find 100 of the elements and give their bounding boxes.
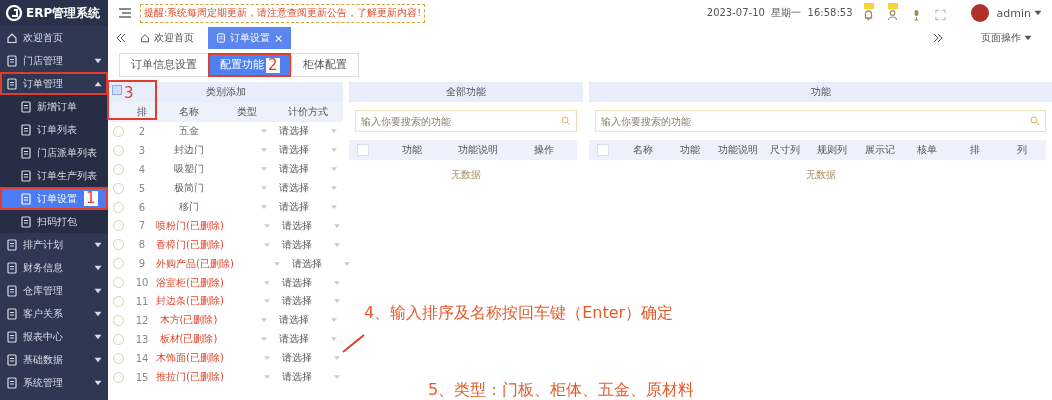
document-icon xyxy=(20,192,32,205)
sidebar-item[interactable]: 订单生产列表 xyxy=(0,164,108,187)
document-icon xyxy=(6,330,18,343)
sidebar-item[interactable]: 新增订单 xyxy=(0,95,108,118)
search-field[interactable]: 输入你要搜索的功能 xyxy=(355,110,577,132)
pricing-select[interactable]: 请选择 xyxy=(273,161,343,177)
caret-icon xyxy=(261,337,267,342)
callout-number: 2 xyxy=(266,57,280,73)
caret-icon xyxy=(331,129,337,134)
avatar[interactable] xyxy=(970,4,989,22)
sort-cell-text: 12 xyxy=(134,314,150,326)
sort-cell-text: 3 xyxy=(137,144,147,156)
pricing-select[interactable]: 请选择 xyxy=(273,123,343,139)
caret-icon xyxy=(331,186,337,191)
sidebar-item[interactable]: 订单设置 1 xyxy=(0,187,108,210)
sidebar-item[interactable]: 财务信息 xyxy=(0,256,108,279)
name-cell-text: 移门 xyxy=(177,200,200,214)
caret-icon xyxy=(331,205,337,209)
document-icon xyxy=(6,238,18,251)
empty-text: 无数据 xyxy=(450,168,482,182)
caret-icon xyxy=(261,129,267,134)
caret-icon xyxy=(333,280,340,285)
sidebar-item[interactable]: 基础数据 xyxy=(0,348,108,371)
caret-icon xyxy=(263,375,270,379)
name-cell-text: 木方(已删除) xyxy=(158,313,219,328)
pricing-select[interactable]: 请选择 xyxy=(273,331,343,347)
pricing-select[interactable]: 请选择 xyxy=(275,237,346,253)
search-field[interactable]: 输入你要搜索的功能 xyxy=(595,110,1046,132)
home-icon xyxy=(140,33,150,43)
name-cell: 推拉门(已删除) xyxy=(156,370,224,384)
page-actions-menu[interactable]: 页面操作 xyxy=(975,30,1038,46)
user-menu[interactable]: admin xyxy=(996,6,1042,20)
caret-icon xyxy=(263,223,270,228)
caret-icon xyxy=(261,205,267,209)
caret-icon xyxy=(333,299,340,304)
name-cell: 喷粉门(已删除) xyxy=(156,218,224,233)
home-icon xyxy=(6,31,18,44)
sort-cell-text: 4 xyxy=(137,163,147,175)
app-logo: ERP管理系统 xyxy=(0,0,108,26)
document-icon xyxy=(6,376,18,389)
caret-icon xyxy=(261,318,267,323)
pricing-select[interactable]: 请选择 xyxy=(275,369,346,385)
pricing-select[interactable]: 请选择 xyxy=(275,275,346,291)
document-icon xyxy=(6,77,18,90)
document-icon xyxy=(20,100,32,113)
pricing-select[interactable]: 请选择 xyxy=(275,218,346,234)
settings-tab[interactable]: 柜体配置 xyxy=(290,53,359,77)
search-icon xyxy=(1030,116,1040,126)
caret-icon xyxy=(343,261,350,266)
page-tab[interactable]: 欢迎首页 xyxy=(132,27,202,49)
sort-cell-text: 13 xyxy=(134,333,150,345)
menu-icon[interactable] xyxy=(118,7,132,19)
column-header: 尺寸列 xyxy=(769,143,802,157)
sidebar-item[interactable]: 欢迎首页 xyxy=(0,26,108,49)
document-icon xyxy=(20,215,32,228)
document-icon xyxy=(6,307,18,320)
sidebar-item[interactable]: 客户关系 xyxy=(0,302,108,325)
caret-icon xyxy=(331,337,337,342)
pricing-select[interactable]: 请选择 xyxy=(273,180,343,196)
sidebar-item[interactable]: 报表中心 xyxy=(0,325,108,348)
sidebar-item[interactable]: 门店派单列表 xyxy=(0,141,108,164)
sort-cell-text: 7 xyxy=(137,220,147,232)
sidebar-item[interactable]: 系统管理 xyxy=(0,371,108,394)
caret-icon xyxy=(261,167,267,172)
name-cell: 木饰面(已删除) xyxy=(156,351,224,366)
pricing-select[interactable]: 请选择 xyxy=(273,142,343,158)
pricing-select[interactable]: 请选择 xyxy=(273,312,343,328)
pricing-select[interactable]: 请选择 xyxy=(275,293,346,309)
column-header: 规则列 xyxy=(816,143,849,157)
pricing-select[interactable]: 请选择 xyxy=(285,256,356,272)
name-cell-text: 吸塑门 xyxy=(172,162,205,177)
settings-tab[interactable]: 订单信息设置 xyxy=(119,53,209,77)
name-cell: 外购产品(已删除) xyxy=(156,256,234,271)
name-cell: 浴室柜(已删除) xyxy=(156,275,224,290)
sidebar-item[interactable]: 排产计划 xyxy=(0,233,108,256)
pricing-select[interactable]: 请选择 xyxy=(275,350,346,366)
sort-cell-text: 15 xyxy=(134,371,150,383)
annotation-text: 4、输入排序及名称按回车键（Enter）确定 xyxy=(364,303,674,324)
pricing-select[interactable]: 请选择 xyxy=(273,199,343,215)
sidebar-item[interactable]: 订单列表 xyxy=(0,118,108,141)
caret-icon xyxy=(261,186,267,191)
caret-icon xyxy=(263,356,270,361)
search-icon xyxy=(561,116,571,126)
sort-cell-text: 5 xyxy=(137,182,147,194)
settings-tab[interactable]: 配置功能 2 xyxy=(208,53,292,77)
name-cell: 封边条(已删除) xyxy=(156,294,224,309)
sort-cell-text: 10 xyxy=(134,277,150,289)
sidebar-item[interactable]: 订单管理 xyxy=(0,72,108,95)
collapse-left-icon[interactable] xyxy=(116,33,126,43)
column-header: 功能 xyxy=(679,143,702,157)
column-header: 计价方式 xyxy=(287,105,329,119)
column-header: 操作 xyxy=(533,143,555,157)
caret-icon xyxy=(331,318,337,323)
expand-right-icon[interactable] xyxy=(933,33,943,43)
caret-icon xyxy=(273,261,280,266)
name-cell-text: 封边门 xyxy=(172,143,205,158)
checkbox[interactable] xyxy=(112,85,122,95)
sidebar-item[interactable]: 门店管理 xyxy=(0,49,108,72)
sidebar-item[interactable]: 仓库管理 xyxy=(0,279,108,302)
sidebar-item[interactable]: 扫码打包 xyxy=(0,210,108,233)
